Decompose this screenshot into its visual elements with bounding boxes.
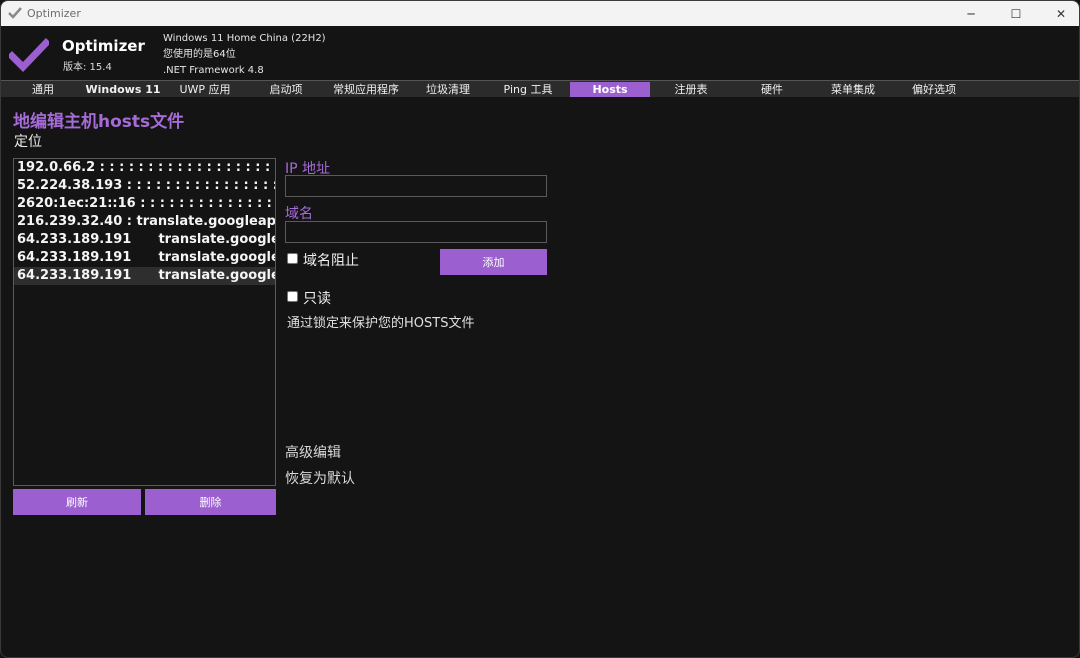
- tab-ping-tool[interactable]: Ping 工具: [487, 82, 569, 97]
- domain-label: 域名: [285, 206, 313, 222]
- logo-checkmark-icon: [9, 38, 49, 72]
- list-item[interactable]: 192.0.66.2 : : : : : : : : : : : : : : :…: [14, 159, 275, 177]
- app-name: Optimizer: [62, 37, 145, 55]
- list-item[interactable]: 2620:1ec:21::16 : : : : : : : : : : : : …: [14, 195, 275, 213]
- list-item-selected[interactable]: 64.233.189.191 translate.google.cn: [14, 267, 275, 285]
- tab-bar: 通用 Windows 11 UWP 应用 启动项 常规应用程序 垃圾清理 Pin…: [1, 80, 1079, 97]
- app-header: Optimizer 版本: 15.4 Windows 11 Home China…: [1, 26, 1079, 80]
- close-button[interactable]: ✕: [1043, 1, 1079, 26]
- delete-button[interactable]: 删除: [145, 489, 276, 515]
- app-version: 版本: 15.4: [63, 62, 112, 73]
- tab-menu-integration[interactable]: 菜单集成: [812, 82, 894, 97]
- arch-info: 您使用的是64位: [163, 49, 236, 60]
- tab-registry[interactable]: 注册表: [650, 82, 732, 97]
- restore-default-link[interactable]: 恢复为默认: [285, 468, 355, 488]
- read-only-label: 只读: [303, 291, 331, 307]
- tab-uwp-apps[interactable]: UWP 应用: [161, 82, 249, 97]
- advanced-edit-link[interactable]: 高级编辑: [285, 442, 341, 462]
- maximize-button[interactable]: ☐: [998, 1, 1034, 26]
- minimize-button[interactable]: ─: [953, 1, 989, 26]
- locate-link[interactable]: 定位: [14, 131, 42, 151]
- page-title: 地编辑主机hosts文件: [13, 112, 185, 132]
- tab-common-apps[interactable]: 常规应用程序: [323, 82, 409, 97]
- block-domain-checkbox[interactable]: [287, 253, 298, 264]
- tab-windows11[interactable]: Windows 11: [85, 82, 161, 97]
- tab-cleaner[interactable]: 垃圾清理: [409, 82, 487, 97]
- read-only-description: 通过锁定来保护您的HOSTS文件: [287, 316, 475, 331]
- app-window: Optimizer ─ ☐ ✕ Optimizer 版本: 15.4 Windo…: [0, 0, 1080, 658]
- read-only-checkbox[interactable]: [287, 291, 298, 302]
- list-item[interactable]: 216.239.32.40 : translate.googleapis.com: [14, 213, 275, 231]
- domain-input[interactable]: [285, 221, 547, 243]
- ip-address-input[interactable]: [285, 175, 547, 197]
- hosts-list[interactable]: 192.0.66.2 : : : : : : : : : : : : : : :…: [13, 158, 276, 486]
- os-info: Windows 11 Home China (22H2): [163, 33, 326, 44]
- list-item[interactable]: 64.233.189.191 translate.googleapis.cn: [14, 231, 275, 249]
- checkmark-icon: [8, 7, 22, 19]
- list-item[interactable]: 64.233.189.191 translate.google.com: [14, 249, 275, 267]
- framework-info: .NET Framework 4.8: [163, 65, 264, 76]
- tab-hardware[interactable]: 硬件: [732, 82, 812, 97]
- tab-preferences[interactable]: 偏好选项: [894, 82, 974, 97]
- refresh-button[interactable]: 刷新: [13, 489, 141, 515]
- tab-hosts[interactable]: Hosts: [570, 82, 650, 97]
- tab-startup[interactable]: 启动项: [249, 82, 323, 97]
- window-title: Optimizer: [27, 7, 81, 20]
- block-domain-label: 域名阻止: [303, 253, 359, 269]
- system-info: Windows 11 Home China (22H2) 您使用的是64位 .N…: [163, 31, 326, 79]
- title-bar: Optimizer ─ ☐ ✕: [1, 1, 1079, 26]
- add-button[interactable]: 添加: [440, 249, 547, 275]
- list-item[interactable]: 52.224.38.193 : : : : : : : : : : : : : …: [14, 177, 275, 195]
- tab-general[interactable]: 通用: [1, 82, 85, 97]
